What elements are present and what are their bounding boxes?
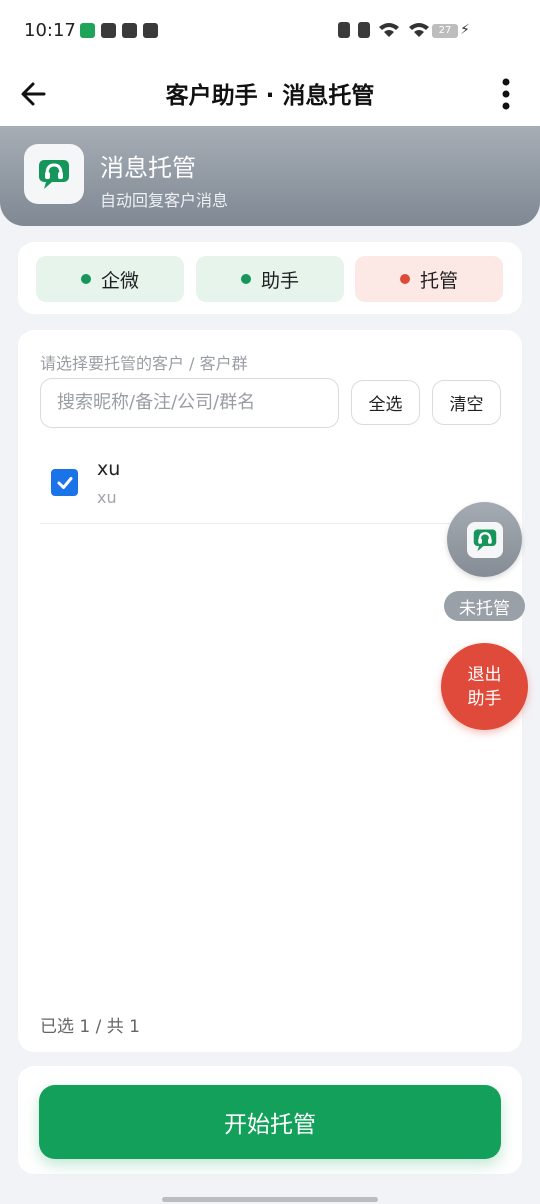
charging-icon: ⚡ bbox=[460, 22, 470, 38]
news-notification-icon bbox=[101, 23, 116, 38]
customer-remark: xu bbox=[97, 488, 117, 507]
header-subtitle: 自动回复客户消息 bbox=[100, 191, 229, 210]
app-bar: 客户助手 · 消息托管 bbox=[0, 62, 540, 126]
select-all-button[interactable]: 全选 bbox=[351, 380, 420, 425]
more-vertical-icon bbox=[502, 78, 510, 110]
header-banner: 消息托管 自动回复客户消息 bbox=[0, 126, 540, 226]
bottom-action-card: 开始托管 bbox=[18, 1066, 522, 1174]
selection-count: 已选 1 / 共 1 bbox=[40, 1017, 140, 1037]
mail-notification-icon bbox=[122, 23, 137, 38]
status-pill-hosting: 托管 bbox=[355, 256, 503, 302]
customer-name: xu bbox=[97, 458, 121, 480]
exit-label-line1: 退出 bbox=[467, 664, 502, 685]
checkmark-icon bbox=[57, 476, 72, 489]
header-title: 消息托管 bbox=[100, 154, 196, 182]
battery-icon: 27 bbox=[432, 24, 458, 38]
hosting-status-badge: 未托管 bbox=[444, 591, 525, 621]
status-pill-label: 企微 bbox=[100, 269, 139, 292]
status-dot-icon bbox=[80, 274, 91, 284]
list-item[interactable]: xu xu bbox=[40, 446, 500, 524]
picker-hint: 请选择要托管的客户 / 客户群 bbox=[40, 354, 248, 373]
status-dot-icon bbox=[399, 274, 410, 284]
wifi-icon bbox=[409, 23, 429, 37]
start-hosting-button[interactable]: 开始托管 bbox=[39, 1085, 501, 1159]
status-time: 10:17 bbox=[24, 20, 76, 41]
status-pill-assistant: 助手 bbox=[196, 256, 344, 302]
headset-chat-icon bbox=[473, 529, 496, 551]
status-dot-icon bbox=[240, 274, 251, 284]
no-sim-icon bbox=[358, 22, 370, 38]
exit-assistant-button[interactable]: 退出 助手 bbox=[441, 643, 528, 730]
home-indicator[interactable] bbox=[162, 1197, 378, 1202]
page-title: 客户助手 · 消息托管 bbox=[165, 83, 375, 109]
search-input[interactable]: 搜索昵称/备注/公司/群名 bbox=[40, 378, 339, 428]
floating-assistant-button[interactable] bbox=[447, 502, 522, 577]
assistant-logo bbox=[466, 521, 503, 558]
app-logo bbox=[24, 144, 84, 204]
exit-label-line2: 助手 bbox=[467, 688, 502, 709]
checkbox[interactable] bbox=[51, 469, 78, 496]
sim-icon bbox=[338, 22, 350, 38]
clear-button[interactable]: 清空 bbox=[432, 380, 501, 425]
status-pill-wecom: 企微 bbox=[36, 256, 184, 302]
media-notification-icon bbox=[143, 23, 158, 38]
system-icons bbox=[338, 22, 430, 38]
status-bar: 10:17 27 ⚡ bbox=[0, 0, 540, 62]
status-pill-label: 助手 bbox=[260, 269, 299, 292]
status-pill-label: 托管 bbox=[419, 269, 458, 292]
app-notification-icon bbox=[80, 23, 95, 38]
wifi-call-icon bbox=[379, 23, 399, 37]
status-card: 企微 助手 托管 bbox=[18, 242, 522, 314]
headset-chat-icon bbox=[39, 160, 69, 189]
notification-icons bbox=[80, 23, 158, 38]
more-menu-button[interactable] bbox=[492, 74, 520, 114]
